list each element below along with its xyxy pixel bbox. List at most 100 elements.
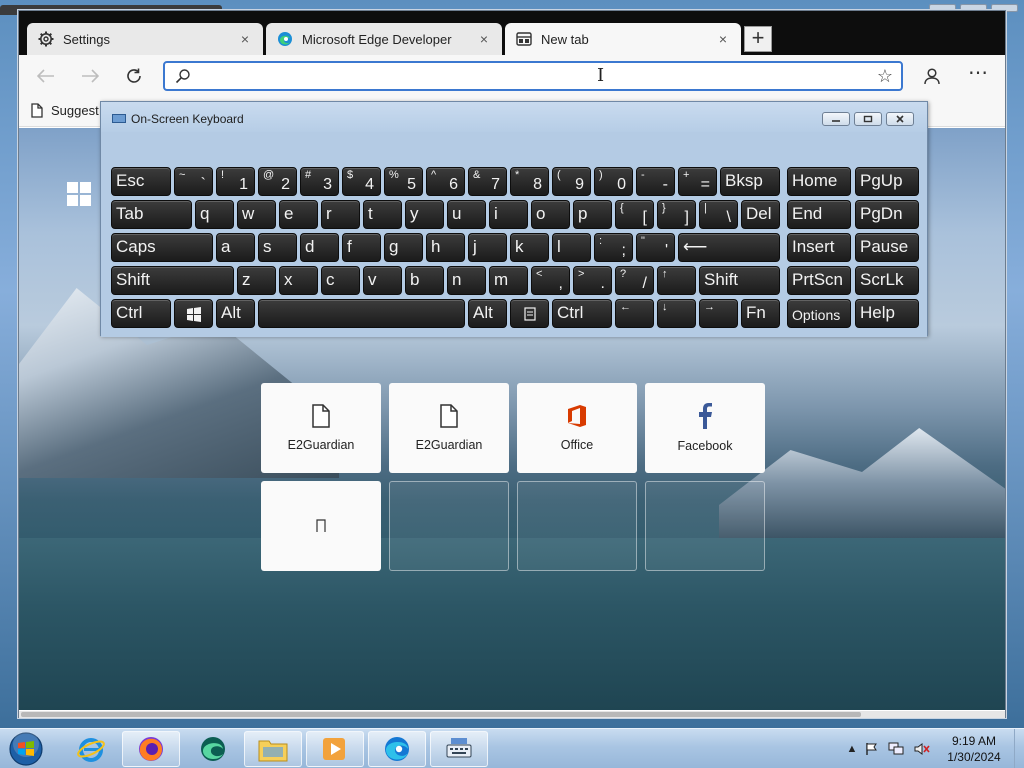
- key-u[interactable]: u: [447, 200, 486, 229]
- back-button[interactable]: [31, 61, 61, 91]
- key-backslash[interactable]: | \: [699, 200, 738, 229]
- key-y[interactable]: y: [405, 200, 444, 229]
- empty-tile-slot[interactable]: [517, 481, 637, 571]
- key-down-arrow[interactable]: ↓: [657, 299, 696, 328]
- taskbar-file-explorer[interactable]: [244, 731, 302, 767]
- key-pgdn[interactable]: PgDn: [855, 200, 919, 229]
- key-equals[interactable]: + =: [678, 167, 717, 196]
- quick-link-tile[interactable]: E2Guardian: [261, 383, 381, 473]
- show-hidden-icons-chevron-icon[interactable]: ▲: [844, 741, 860, 757]
- key-options[interactable]: Options: [787, 299, 851, 328]
- taskbar-media-player[interactable]: [306, 731, 364, 767]
- key-4[interactable]: $4: [342, 167, 381, 196]
- key-insert[interactable]: Insert: [787, 233, 851, 262]
- key-enter[interactable]: ⟵: [678, 233, 780, 262]
- key-b[interactable]: b: [405, 266, 444, 295]
- key-quote[interactable]: " ': [636, 233, 675, 262]
- key-6[interactable]: ^ 6: [426, 167, 465, 196]
- key-3[interactable]: #3: [300, 167, 339, 196]
- tab-settings[interactable]: Settings ×: [27, 23, 263, 55]
- key-space[interactable]: [258, 299, 465, 328]
- key-prtscn[interactable]: PrtScn: [787, 266, 851, 295]
- key-comma[interactable]: <,: [531, 266, 570, 295]
- volume-muted-icon[interactable]: [914, 741, 930, 757]
- key-j[interactable]: j: [468, 233, 507, 262]
- close-tab-icon[interactable]: ×: [237, 31, 253, 47]
- key-8[interactable]: * 8: [510, 167, 549, 196]
- key-tab[interactable]: Tab: [111, 200, 192, 229]
- key-backtick[interactable]: ~ `: [174, 167, 213, 196]
- key-k[interactable]: k: [510, 233, 549, 262]
- quick-link-tile[interactable]: [261, 481, 381, 571]
- key-right-alt[interactable]: Alt: [468, 299, 507, 328]
- key-left-bracket[interactable]: {[: [615, 200, 654, 229]
- key-right-ctrl[interactable]: Ctrl: [552, 299, 612, 328]
- taskbar-internet-explorer[interactable]: [62, 731, 120, 767]
- key-left-alt[interactable]: Alt: [216, 299, 255, 328]
- key-r[interactable]: r: [321, 200, 360, 229]
- tab-edge-developer[interactable]: Microsoft Edge Developer ×: [266, 23, 502, 55]
- quick-link-tile-facebook[interactable]: Facebook: [645, 383, 765, 473]
- taskbar-edge[interactable]: [368, 731, 426, 767]
- key-help[interactable]: Help: [855, 299, 919, 328]
- key-period[interactable]: >.: [573, 266, 612, 295]
- key-esc[interactable]: Esc: [111, 167, 171, 196]
- key-1[interactable]: ! 1: [216, 167, 255, 196]
- tab-new-tab[interactable]: New tab ×: [505, 23, 741, 55]
- key-backspace[interactable]: Bksp: [720, 167, 780, 196]
- key-c[interactable]: c: [321, 266, 360, 295]
- key-5[interactable]: % 5: [384, 167, 423, 196]
- network-icon[interactable]: [888, 741, 904, 757]
- key-pause[interactable]: Pause: [855, 233, 919, 262]
- new-tab-button[interactable]: +: [744, 26, 772, 52]
- osk-titlebar[interactable]: On-Screen Keyboard: [101, 102, 927, 132]
- action-center-flag-icon[interactable]: [864, 741, 880, 757]
- osk-close-button[interactable]: [886, 112, 914, 126]
- favorite-suggested-sites[interactable]: Suggest: [31, 103, 99, 118]
- key-9[interactable]: (9: [552, 167, 591, 196]
- empty-tile-slot[interactable]: [645, 481, 765, 571]
- close-tab-icon[interactable]: ×: [715, 31, 731, 47]
- key-q[interactable]: q: [195, 200, 234, 229]
- taskbar-on-screen-keyboard[interactable]: [430, 731, 488, 767]
- refresh-button[interactable]: [119, 61, 149, 91]
- key-minus[interactable]: --: [636, 167, 675, 196]
- key-caps[interactable]: Caps: [111, 233, 213, 262]
- key-left-shift[interactable]: Shift: [111, 266, 234, 295]
- more-button[interactable]: ⋯: [963, 61, 993, 91]
- key-scrlk[interactable]: ScrLk: [855, 266, 919, 295]
- key-end[interactable]: End: [787, 200, 851, 229]
- empty-tile-slot[interactable]: [389, 481, 509, 571]
- close-tab-icon[interactable]: ×: [476, 31, 492, 47]
- key-v[interactable]: v: [363, 266, 402, 295]
- key-f[interactable]: f: [342, 233, 381, 262]
- key-e[interactable]: e: [279, 200, 318, 229]
- key-l[interactable]: l: [552, 233, 591, 262]
- key-left-arrow[interactable]: ←: [615, 299, 654, 328]
- key-semicolon[interactable]: :;: [594, 233, 633, 262]
- key-slash[interactable]: ? /: [615, 266, 654, 295]
- key-delete[interactable]: Del: [741, 200, 780, 229]
- key-left-ctrl[interactable]: Ctrl: [111, 299, 171, 328]
- key-fn[interactable]: Fn: [741, 299, 780, 328]
- key-right-bracket[interactable]: }]: [657, 200, 696, 229]
- key-menu[interactable]: [510, 299, 549, 328]
- key-p[interactable]: p: [573, 200, 612, 229]
- key-g[interactable]: g: [384, 233, 423, 262]
- key-h[interactable]: h: [426, 233, 465, 262]
- key-0[interactable]: ) 0: [594, 167, 633, 196]
- favorite-star-icon[interactable]: ☆: [877, 66, 893, 87]
- forward-button[interactable]: [75, 61, 105, 91]
- windows-logo-icon[interactable]: [67, 182, 91, 206]
- key-i[interactable]: i: [489, 200, 528, 229]
- key-w[interactable]: w: [237, 200, 276, 229]
- key-x[interactable]: x: [279, 266, 318, 295]
- clock[interactable]: 9:19 AM 1/30/2024: [938, 733, 1010, 765]
- address-input[interactable]: [199, 65, 859, 87]
- key-right-arrow[interactable]: →: [699, 299, 738, 328]
- scrollbar-thumb[interactable]: [21, 712, 861, 717]
- key-n[interactable]: n: [447, 266, 486, 295]
- key-m[interactable]: m: [489, 266, 528, 295]
- osk-restore-button[interactable]: [854, 112, 882, 126]
- start-button[interactable]: [6, 731, 46, 767]
